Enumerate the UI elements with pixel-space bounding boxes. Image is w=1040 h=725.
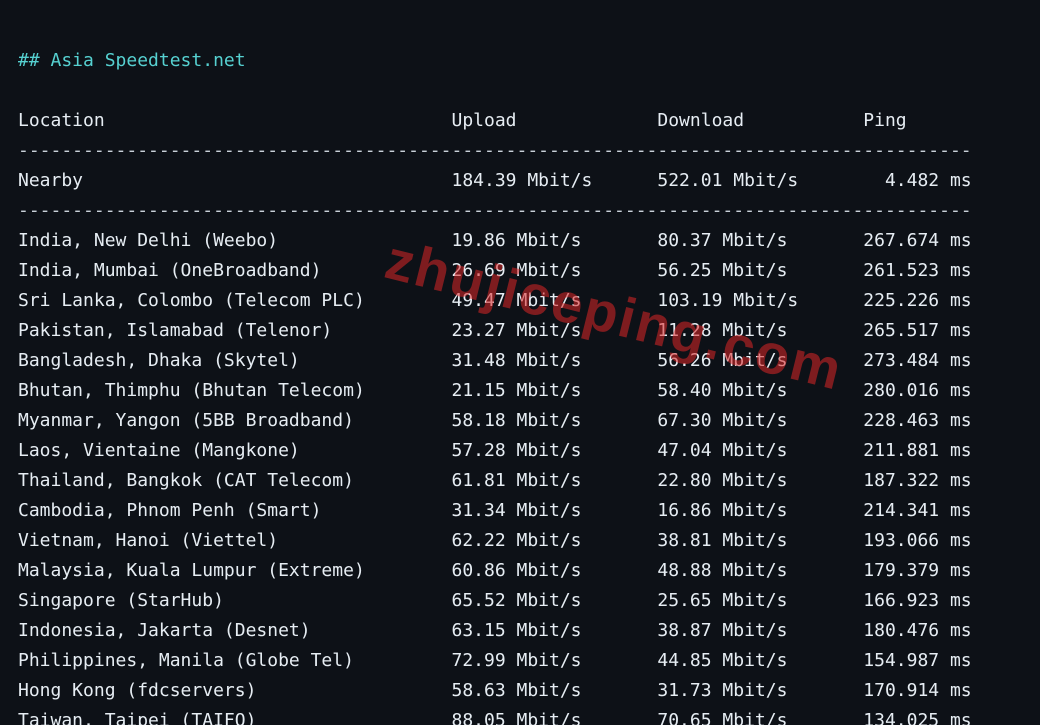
- terminal-output: ## Asia Speedtest.net Location Upload Do…: [0, 0, 1040, 725]
- divider-2: ----------------------------------------…: [18, 200, 972, 221]
- header-row: Location Upload Download Ping: [18, 110, 907, 131]
- nearby-row: Nearby 184.39 Mbit/s 522.01 Mbit/s 4.482…: [18, 170, 972, 191]
- section-title: ## Asia Speedtest.net: [18, 50, 246, 71]
- table-body: India, New Delhi (Weebo) 19.86 Mbit/s 80…: [18, 230, 972, 725]
- divider-1: ----------------------------------------…: [18, 140, 972, 161]
